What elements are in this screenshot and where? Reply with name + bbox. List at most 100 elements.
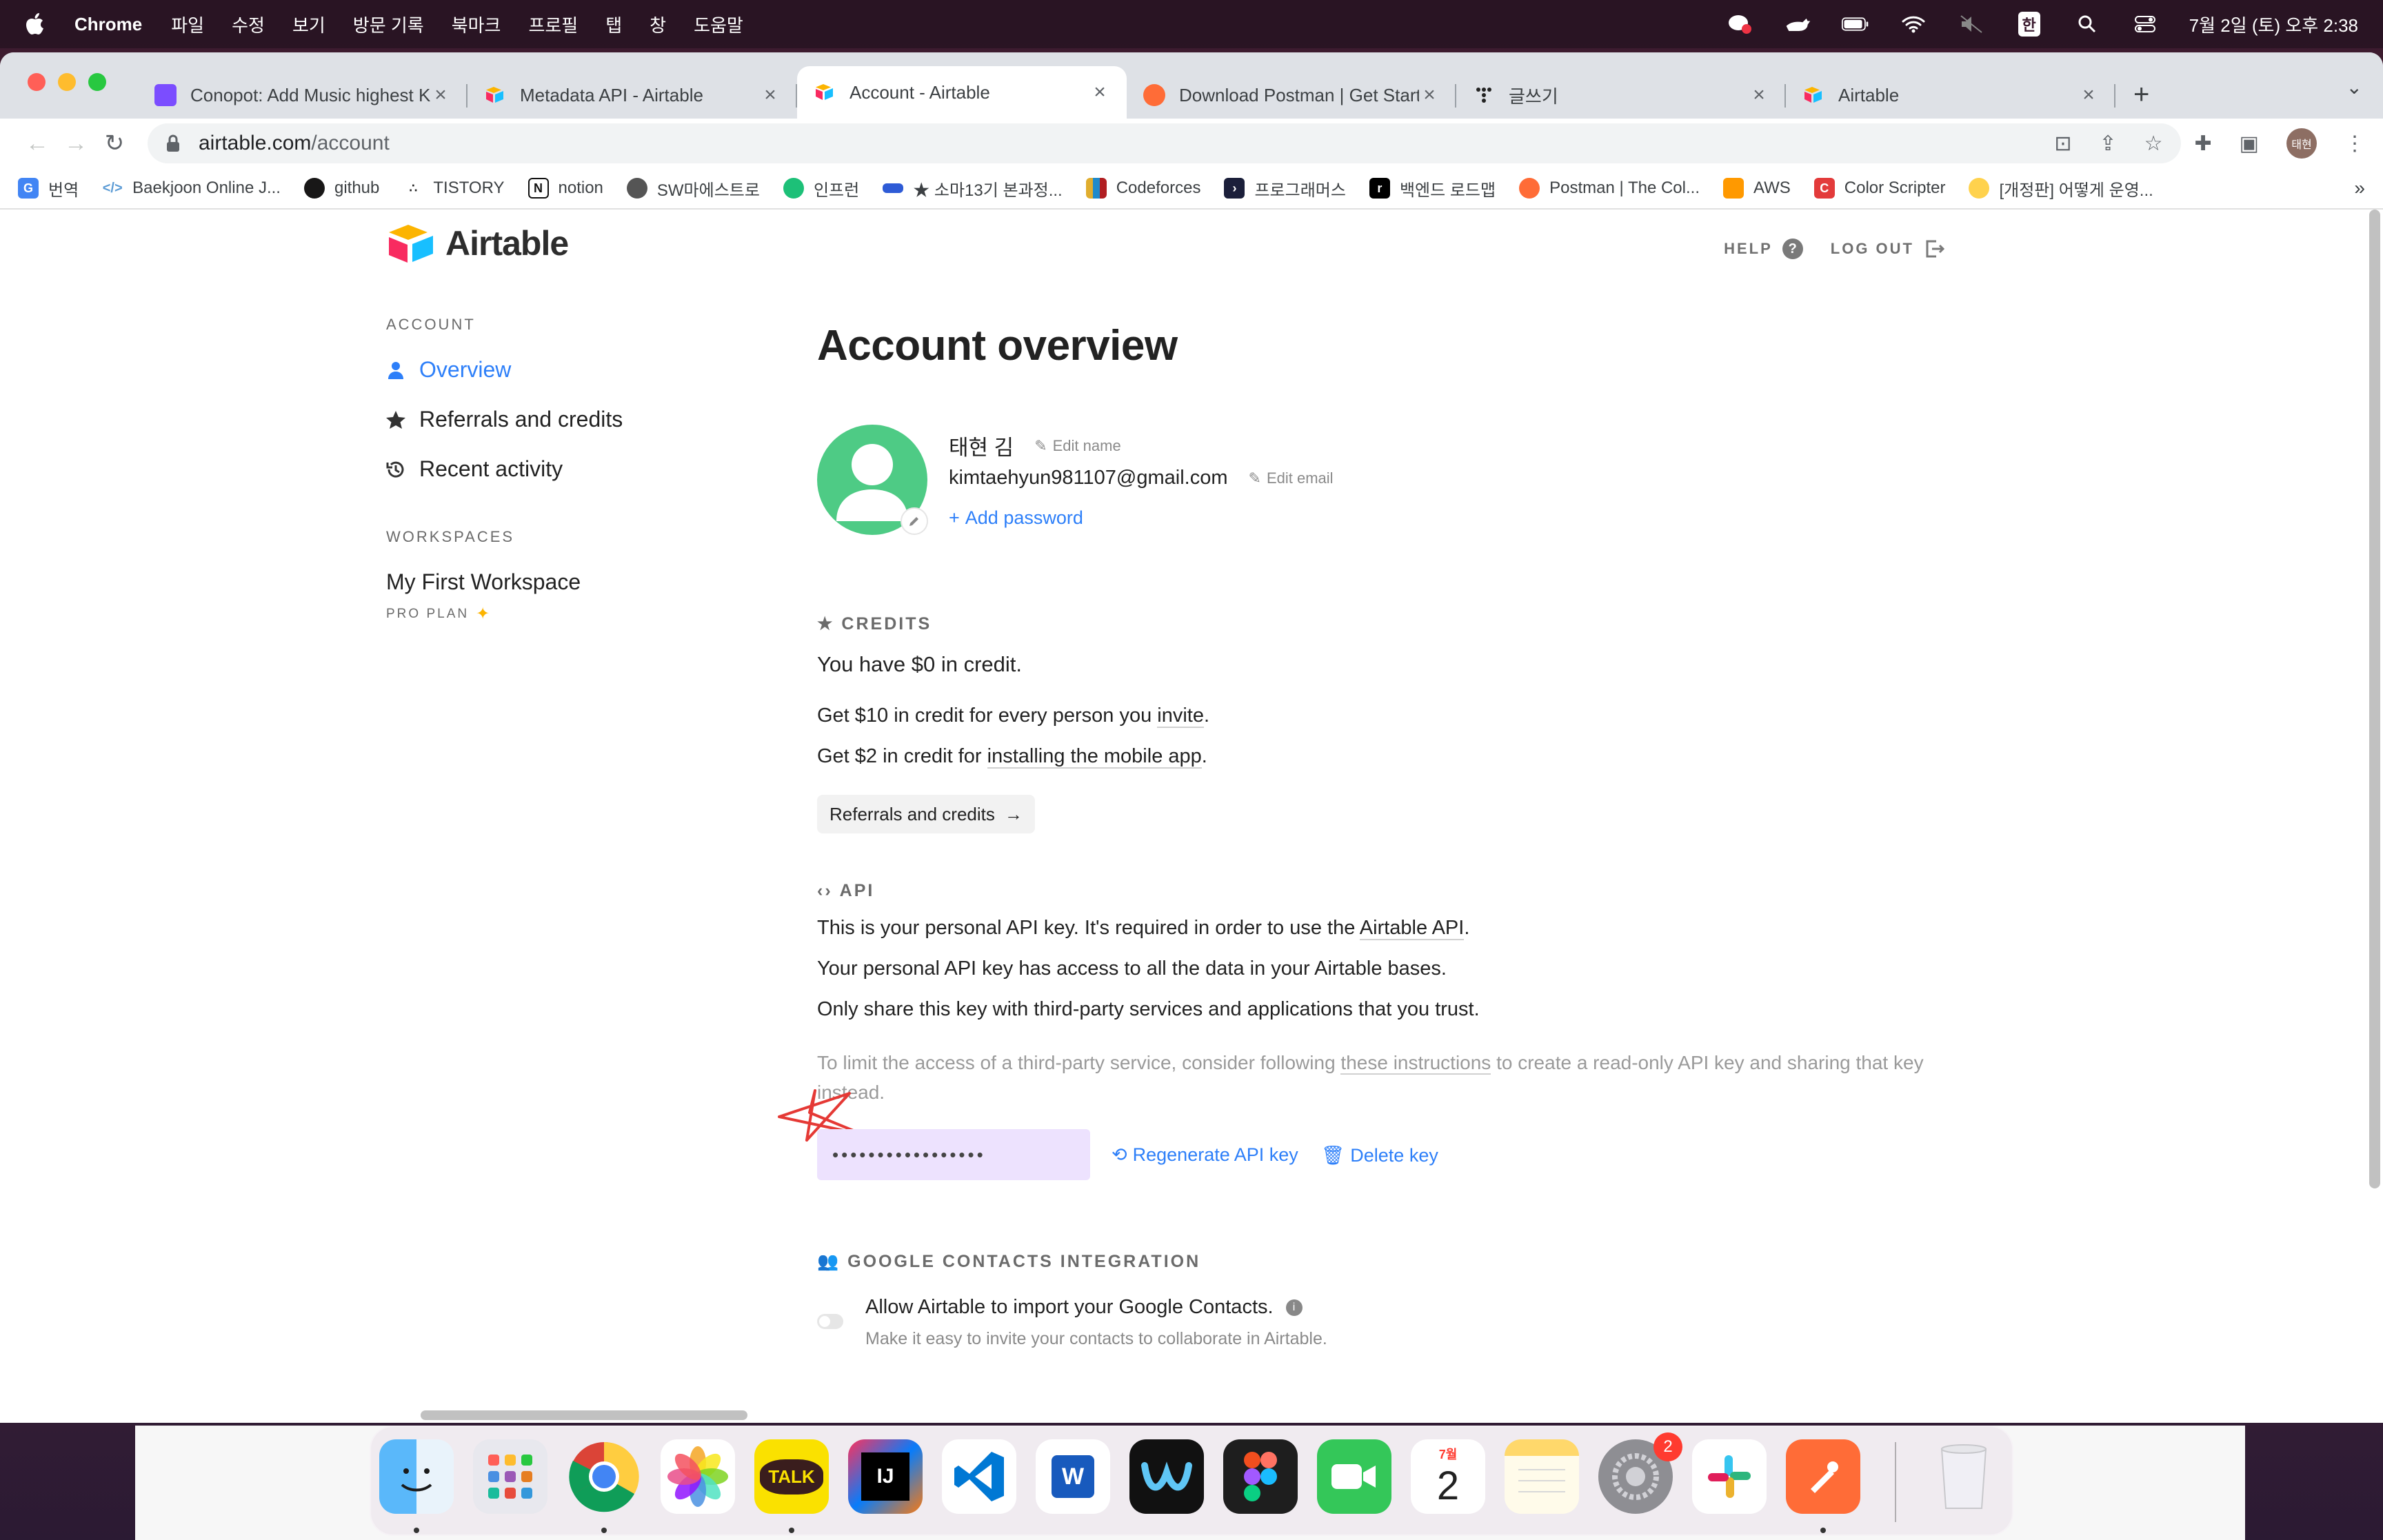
spotlight-search-icon[interactable] — [2073, 12, 2101, 36]
control-center-icon[interactable] — [2131, 12, 2159, 36]
mute-icon[interactable] — [1958, 12, 1985, 36]
calendar-icon[interactable]: 7월 2 — [1411, 1439, 1485, 1514]
kakaotalk-icon[interactable]: TALK — [754, 1439, 829, 1514]
finder-icon[interactable] — [379, 1439, 454, 1514]
menu-edit[interactable]: 수정 — [232, 12, 265, 37]
sidebar-item-overview[interactable]: Overview — [386, 357, 511, 383]
new-tab-icon[interactable]: + — [2133, 79, 2149, 110]
tab-postman[interactable]: Download Postman | Get Starte × — [1127, 72, 1456, 119]
bookmark-inflearn[interactable]: 인프런 — [783, 176, 859, 201]
bookmark-aws[interactable]: AWS — [1722, 178, 1791, 199]
menu-history[interactable]: 방문 기록 — [353, 12, 424, 37]
airtable-api-link[interactable]: Airtable API — [1359, 917, 1465, 940]
tab-metadata-api[interactable]: Metadata API - Airtable × — [467, 72, 797, 119]
side-panel-icon[interactable]: ▣ — [2240, 132, 2259, 156]
add-password-link[interactable]: + Add password — [949, 507, 1083, 529]
tab-write[interactable]: 글쓰기 × — [1456, 72, 1786, 119]
close-tab-icon[interactable]: × — [1749, 83, 1769, 107]
close-tab-icon[interactable]: × — [1089, 81, 1110, 104]
address-bar[interactable]: airtable.com/account ⊡ ⇪ ☆ — [148, 123, 2181, 163]
close-tab-icon[interactable]: × — [760, 83, 781, 107]
runcat-icon[interactable] — [1784, 12, 1811, 36]
logout-link[interactable]: LOG OUT — [1831, 239, 1944, 259]
bookmark-translate[interactable]: G 번역 — [18, 176, 79, 201]
edit-email-link[interactable]: ✎ Edit email — [1249, 469, 1334, 487]
forward-arrow-icon[interactable]: → — [57, 130, 95, 157]
these-instructions-link[interactable]: these instructions — [1340, 1052, 1491, 1075]
menu-tab[interactable]: 탭 — [605, 12, 622, 37]
translate-icon[interactable]: ⊡ — [2054, 132, 2071, 156]
referrals-and-credits-button[interactable]: Referrals and credits → — [817, 795, 1035, 833]
horizontal-scrollbar[interactable] — [421, 1410, 747, 1420]
menu-window[interactable]: 창 — [650, 12, 666, 37]
app-menu-chrome[interactable]: Chrome — [74, 14, 142, 35]
api-key-field[interactable]: ••••••••••••••••• — [817, 1129, 1090, 1180]
bookmark-notion[interactable]: Nnotion — [527, 178, 603, 199]
avatar-edit-icon[interactable] — [901, 507, 928, 535]
chrome-menu-icon[interactable]: ⋮ — [2344, 132, 2365, 156]
bookmark-tistory[interactable]: ∴ TISTORY — [403, 178, 505, 199]
launchpad-icon[interactable] — [473, 1439, 547, 1514]
bookmark-star-icon[interactable]: ☆ — [2144, 132, 2163, 156]
close-tab-icon[interactable]: × — [1419, 83, 1440, 107]
bookmark-soma13[interactable]: ★ 소마13기 본과정... — [883, 176, 1063, 201]
reload-icon[interactable]: ↻ — [95, 130, 134, 157]
slack-icon[interactable] — [1692, 1439, 1767, 1514]
clock[interactable]: 7월 2일 (토) 오후 2:38 — [2189, 12, 2358, 37]
bookmarks-overflow-icon[interactable]: » — [2354, 177, 2365, 199]
notes-icon[interactable] — [1505, 1439, 1579, 1514]
tab-account-airtable[interactable]: Account - Airtable × — [797, 66, 1127, 119]
menu-file[interactable]: 파일 — [171, 12, 204, 37]
google-contacts-toggle[interactable] — [817, 1314, 843, 1329]
bookmark-postman[interactable]: Postman | The Col... — [1519, 178, 1700, 199]
back-arrow-icon[interactable]: ← — [18, 130, 57, 157]
info-icon[interactable]: i — [1285, 1299, 1303, 1316]
minimize-window-button[interactable] — [58, 73, 76, 91]
intellij-idea-icon[interactable]: IJ — [848, 1439, 923, 1514]
tab-conopot[interactable]: Conopot: Add Music highest Ke × — [138, 72, 467, 119]
airtable-logo[interactable]: Airtable — [386, 223, 569, 263]
share-icon[interactable]: ⇪ — [2099, 132, 2116, 156]
profile-avatar[interactable]: 태현 — [2286, 128, 2317, 159]
close-window-button[interactable] — [28, 73, 46, 91]
menu-help[interactable]: 도움말 — [694, 12, 743, 37]
facetime-icon[interactable] — [1317, 1439, 1391, 1514]
help-link[interactable]: HELP? — [1724, 239, 1803, 259]
bookmark-backend-roadmap[interactable]: r 백엔드 로드맵 — [1369, 176, 1496, 201]
battery-icon[interactable] — [1841, 12, 1869, 36]
close-tab-icon[interactable]: × — [2078, 83, 2099, 107]
install-mobile-app-link[interactable]: installing the mobile app — [987, 745, 1202, 769]
bookmark-baekjoon[interactable]: </> Baekjoon Online J... — [102, 178, 281, 199]
apple-menu-icon[interactable] — [25, 12, 46, 36]
bookmark-github[interactable]: github — [303, 178, 379, 199]
close-tab-icon[interactable]: × — [430, 83, 451, 107]
figma-icon[interactable] — [1223, 1439, 1298, 1514]
tab-search-chevron-icon[interactable]: ⌄ — [2346, 76, 2362, 99]
webex-icon[interactable] — [1129, 1439, 1204, 1514]
microsoft-word-icon[interactable]: W — [1036, 1439, 1110, 1514]
invite-link[interactable]: invite — [1157, 705, 1204, 728]
tab-airtable[interactable]: Airtable × — [1786, 72, 2115, 119]
bookmark-color-scripter[interactable]: C Color Scripter — [1813, 178, 1945, 199]
edit-name-link[interactable]: ✎ Edit name — [1034, 437, 1121, 455]
bookmark-operation-guide[interactable]: [개정판] 어떻게 운영... — [1969, 176, 2153, 201]
bookmark-codeforces[interactable]: Codeforces — [1085, 178, 1200, 199]
chrome-icon[interactable] — [567, 1439, 641, 1514]
extensions-puzzle-icon[interactable]: ✚ — [2195, 132, 2212, 156]
input-method-icon[interactable]: 한 — [2015, 12, 2043, 37]
sidebar-item-recent-activity[interactable]: Recent activity — [386, 456, 563, 482]
chat-status-icon[interactable] — [1726, 12, 1753, 36]
menu-bookmarks[interactable]: 북마크 — [452, 12, 501, 37]
trash-icon[interactable] — [1927, 1439, 2001, 1514]
vscode-icon[interactable] — [942, 1439, 1016, 1514]
zoom-window-button[interactable] — [88, 73, 106, 91]
menu-view[interactable]: 보기 — [292, 12, 325, 37]
postman-app-icon[interactable] — [1786, 1439, 1860, 1514]
sidebar-workspace-link[interactable]: My First Workspace — [386, 569, 581, 595]
bookmark-programmers[interactable]: › 프로그래머스 — [1224, 176, 1346, 201]
wifi-icon[interactable] — [1900, 12, 1927, 36]
sidebar-item-referrals[interactable]: Referrals and credits — [386, 407, 623, 432]
vertical-scrollbar[interactable] — [2369, 210, 2380, 1188]
menu-profiles[interactable]: 프로필 — [528, 12, 578, 37]
regenerate-api-key-button[interactable]: ⟲ Regenerate API key — [1112, 1144, 1298, 1166]
